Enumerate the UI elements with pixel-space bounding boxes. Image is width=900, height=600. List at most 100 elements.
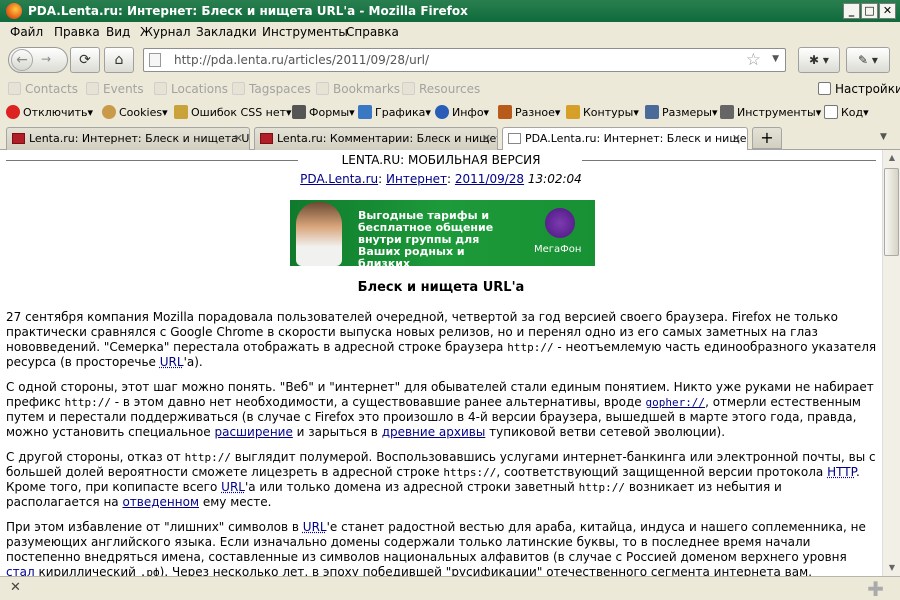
navigation-toolbar: ← → ⟳ ⌂ http://pda.lenta.ru/articles/201…	[0, 42, 900, 78]
close-findbar-icon[interactable]: ✕	[10, 580, 21, 595]
menu-bookmarks[interactable]: Закладки	[196, 25, 257, 39]
resize-icon	[645, 105, 659, 119]
info-icon	[435, 105, 449, 119]
home-button[interactable]: ⌂	[104, 47, 134, 73]
megafon-logo-icon	[545, 208, 575, 238]
article-body: 27 сентября компания Mozilla порадовала …	[6, 310, 878, 576]
bookmark-events[interactable]: Events	[86, 82, 144, 96]
became-link[interactable]: стал	[6, 565, 35, 576]
dev-forms[interactable]: Формы▾	[292, 105, 355, 119]
scroll-thumb[interactable]	[884, 168, 899, 256]
menu-bar: Файл Правка Вид Журнал Закладки Инструме…	[0, 22, 900, 42]
extension-link[interactable]: расширение	[214, 425, 292, 439]
back-forward-group: ← →	[8, 47, 68, 73]
misc-icon	[498, 105, 512, 119]
dev-misc[interactable]: Разное▾	[498, 105, 560, 119]
close-button[interactable]: ✕	[879, 3, 896, 19]
article-time: 13:02:04	[527, 172, 582, 186]
url-abbr-link[interactable]: URL	[303, 520, 327, 534]
dev-cookies[interactable]: Cookies▾	[102, 105, 168, 119]
gopher-link[interactable]: gopher://	[645, 396, 705, 409]
article-meta: PDA.Lenta.ru: Интернет: 2011/09/28 13:02…	[0, 172, 882, 186]
tab-3-active[interactable]: PDA.Lenta.ru: Интернет: Блеск и нище... …	[502, 127, 748, 151]
menu-history[interactable]: Журнал	[140, 25, 191, 39]
dev-resize[interactable]: Размеры▾	[645, 105, 717, 119]
bookmark-star-icon[interactable]: ☆	[746, 50, 761, 70]
scroll-down-icon[interactable]: ▼	[884, 560, 900, 576]
web-developer-toolbar: Отключить▾ Cookies▾ Ошибок CSS нет▾ Форм…	[0, 100, 900, 124]
settings-icon	[818, 82, 831, 95]
bookmark-resources[interactable]: Resources	[402, 82, 480, 96]
ad-text: Выгодные тарифы и бесплатное общение вну…	[358, 209, 494, 267]
url-abbr-link[interactable]: URL	[221, 480, 245, 494]
lenta-favicon-icon	[12, 133, 25, 144]
back-button[interactable]: ←	[11, 49, 33, 71]
scroll-up-icon[interactable]: ▲	[884, 150, 900, 166]
settings-button[interactable]: Настройки	[818, 82, 900, 96]
lenta-favicon-icon	[260, 133, 273, 144]
menu-view[interactable]: Вид	[106, 25, 130, 39]
tab-2[interactable]: Lenta.ru: Комментарии: Блеск и нищет... …	[254, 127, 498, 150]
bookmark-locations[interactable]: Locations	[154, 82, 228, 96]
date-link[interactable]: 2011/09/28	[455, 172, 524, 186]
tab-list-icon[interactable]: ▼	[880, 132, 887, 142]
outline-icon	[566, 105, 580, 119]
menu-file[interactable]: Файл	[10, 25, 43, 39]
allotted-link[interactable]: отведенном	[122, 495, 199, 509]
url-dropdown-icon[interactable]: ▼	[772, 54, 779, 64]
dev-disable[interactable]: Отключить▾	[6, 105, 93, 119]
paragraph-4: При этом избавление от "лишних" символов…	[6, 520, 878, 576]
source-icon	[824, 105, 838, 119]
mobile-header: LENTA.RU: МОБИЛЬНАЯ ВЕРСИЯ	[0, 153, 882, 167]
firefox-icon	[6, 3, 22, 19]
meta-sep: :	[378, 172, 383, 186]
addon-button-1[interactable]: ✱ ▾	[798, 47, 840, 73]
dev-outline[interactable]: Контуры▾	[566, 105, 639, 119]
tab-bar: Lenta.ru: Интернет: Блеск и нищета U... …	[0, 124, 900, 151]
dev-source[interactable]: Код▾	[824, 105, 869, 119]
addon-bar-plus-icon[interactable]: ✚	[867, 577, 884, 600]
page-icon	[149, 53, 161, 67]
ad-person-image	[296, 202, 342, 266]
dev-info[interactable]: Инфо▾	[435, 105, 489, 119]
resources-icon	[402, 82, 415, 95]
menu-help[interactable]: Справка	[346, 25, 399, 39]
disable-icon	[6, 105, 20, 119]
new-tab-button[interactable]: +	[752, 127, 782, 149]
bookmark-bookmarks[interactable]: Bookmarks	[316, 82, 400, 96]
tab-close-icon[interactable]: ✕	[732, 132, 741, 145]
dev-tools[interactable]: Инструменты▾	[720, 105, 821, 119]
maximize-button[interactable]: □	[861, 3, 878, 19]
url-abbr-link[interactable]: URL	[160, 355, 184, 369]
url-text[interactable]: http://pda.lenta.ru/articles/2011/09/28/…	[174, 53, 429, 67]
status-bar: ✕ ✚	[0, 576, 900, 600]
tab-label: PDA.Lenta.ru: Интернет: Блеск и нище...	[525, 132, 748, 145]
contacts-icon	[8, 82, 21, 95]
page-content: LENTA.RU: МОБИЛЬНАЯ ВЕРСИЯ PDA.Lenta.ru:…	[0, 150, 882, 576]
site-link[interactable]: PDA.Lenta.ru	[300, 172, 378, 186]
bookmark-contacts[interactable]: Contacts	[8, 82, 78, 96]
tab-close-icon[interactable]: ✕	[234, 132, 243, 145]
archives-link[interactable]: древние архивы	[382, 425, 486, 439]
title-bar: PDA.Lenta.ru: Интернет: Блеск и нищета U…	[0, 0, 900, 22]
reload-button[interactable]: ⟳	[70, 47, 100, 73]
http-abbr-link[interactable]: HTTP	[827, 465, 856, 479]
bookmark-tagspaces[interactable]: Tagspaces	[232, 82, 311, 96]
addon-button-2[interactable]: ✎ ▾	[846, 47, 890, 73]
minimize-button[interactable]: _	[843, 3, 860, 19]
tab-close-icon[interactable]: ✕	[482, 132, 491, 145]
tab-1[interactable]: Lenta.ru: Интернет: Блеск и нищета U... …	[6, 127, 250, 150]
paragraph-3: С другой стороны, отказ от http:// выгля…	[6, 450, 876, 509]
vertical-scrollbar[interactable]: ▲ ▼	[882, 150, 900, 576]
section-link[interactable]: Интернет	[386, 172, 447, 186]
forms-icon	[292, 105, 306, 119]
megafon-ad-banner[interactable]: Выгодные тарифы и бесплатное общение вну…	[290, 200, 595, 266]
ad-brand: МегаФон	[534, 244, 582, 255]
address-bar[interactable]: http://pda.lenta.ru/articles/2011/09/28/…	[143, 48, 786, 72]
dev-css[interactable]: Ошибок CSS нет▾	[174, 105, 292, 119]
forward-button[interactable]: →	[41, 52, 51, 66]
dev-images[interactable]: Графика▾	[358, 105, 431, 119]
menu-edit[interactable]: Правка	[54, 25, 100, 39]
menu-tools[interactable]: Инструменты	[262, 25, 348, 39]
window-title: PDA.Lenta.ru: Интернет: Блеск и нищета U…	[28, 4, 468, 18]
